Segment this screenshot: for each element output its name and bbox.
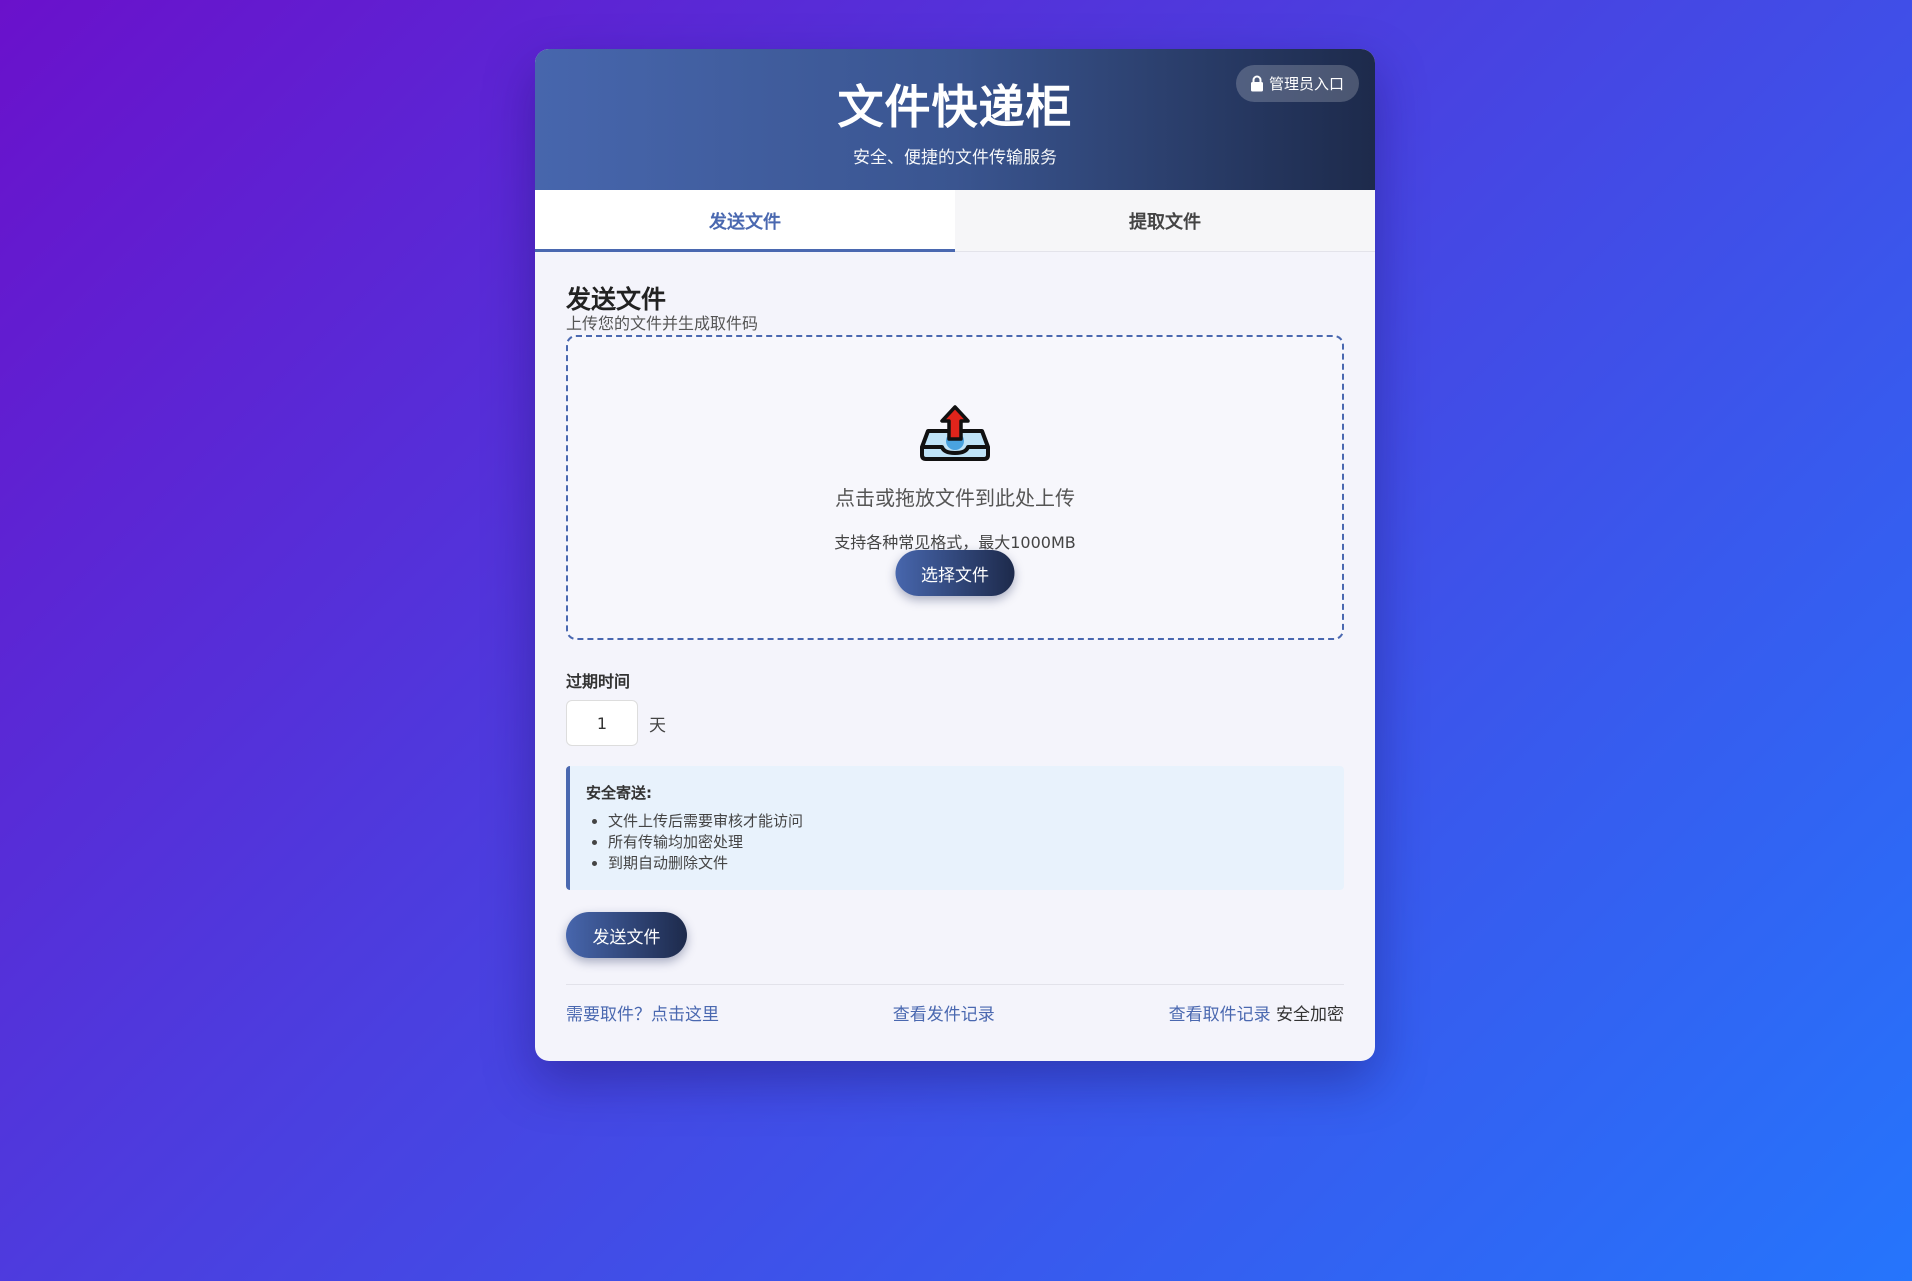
- tab-send-file[interactable]: 发送文件: [535, 190, 955, 252]
- notice-list: 文件上传后需要审核才能访问 所有传输均加密处理 到期自动删除文件: [586, 811, 1344, 874]
- inbox-upload-icon: [918, 403, 992, 463]
- notice-item: 文件上传后需要审核才能访问: [608, 811, 1344, 832]
- tab-pickup-file[interactable]: 提取文件: [955, 190, 1375, 251]
- page-subtitle: 安全、便捷的文件传输服务: [853, 148, 1057, 168]
- expiry-days-input[interactable]: [566, 700, 638, 746]
- expiry-label: 过期时间: [566, 672, 631, 691]
- dropzone-text: 点击或拖放文件到此处上传: [835, 486, 1075, 510]
- notice-title: 安全寄送:: [586, 784, 652, 802]
- notice-item: 所有传输均加密处理: [608, 832, 1344, 853]
- header: 文件快递柜 安全、便捷的文件传输服务 管理员入口: [535, 49, 1375, 190]
- send-file-button[interactable]: 发送文件: [566, 912, 687, 958]
- security-notice: 安全寄送: 文件上传后需要审核才能访问 所有传输均加密处理 到期自动删除文件: [566, 766, 1344, 890]
- file-locker-card: 文件快递柜 安全、便捷的文件传输服务 管理员入口 发送文件 提取文件 发送文件 …: [535, 49, 1375, 1061]
- file-dropzone[interactable]: 点击或拖放文件到此处上传 支持各种常见格式，最大1000MB 选择文件: [566, 335, 1344, 640]
- pickup-records-link[interactable]: 查看取件记录: [1169, 1005, 1271, 1025]
- lock-icon: [1250, 75, 1264, 92]
- admin-entry-button[interactable]: 管理员入口: [1235, 65, 1359, 102]
- send-records-link[interactable]: 查看发件记录: [893, 1000, 995, 1025]
- section-subtitle: 上传您的文件并生成取件码: [566, 314, 759, 333]
- choose-file-button[interactable]: 选择文件: [895, 550, 1015, 596]
- admin-entry-label: 管理员入口: [1268, 75, 1344, 93]
- footer-right: 查看取件记录 安全加密: [1169, 1000, 1344, 1025]
- notice-item: 到期自动删除文件: [608, 853, 1344, 874]
- pickup-link[interactable]: 需要取件？点击这里: [566, 1000, 719, 1025]
- tab-bar: 发送文件 提取文件: [535, 190, 1375, 252]
- expiry-row: 天: [566, 700, 1344, 746]
- footer: 需要取件？点击这里 查看发件记录 查看取件记录 安全加密: [566, 984, 1344, 1025]
- send-panel: 发送文件 上传您的文件并生成取件码 点击或拖放文件到此处上传 支持各种常见格式，…: [535, 285, 1375, 1025]
- expiry-unit: 天: [649, 715, 666, 736]
- secure-text: 安全加密: [1276, 1005, 1344, 1025]
- section-title: 发送文件: [566, 285, 667, 314]
